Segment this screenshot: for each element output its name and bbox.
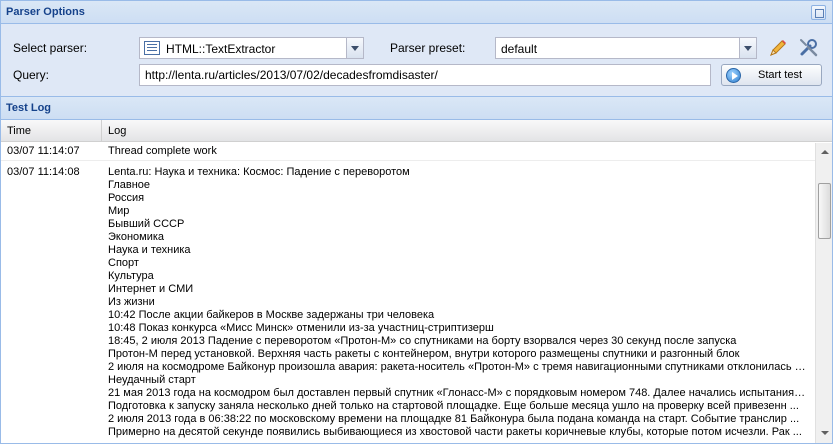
log-line: Неудачный старт xyxy=(108,374,196,386)
select-parser-combo[interactable]: HTML::TextExtractor xyxy=(139,37,364,59)
parser-options-header: Parser Options xyxy=(0,0,833,24)
grid-header: Time Log xyxy=(1,120,832,142)
column-log[interactable]: Log xyxy=(102,120,816,142)
log-line: Thread complete work xyxy=(108,145,217,157)
log-line: Мир xyxy=(108,205,130,217)
row-time: 03/07 11:14:08 xyxy=(7,166,80,178)
chevron-down-icon[interactable] xyxy=(346,38,363,58)
log-line: Главное xyxy=(108,179,151,191)
parser-options-title: Parser Options xyxy=(6,6,85,18)
query-input[interactable]: http://lenta.ru/articles/2013/07/02/deca… xyxy=(139,64,711,86)
scroll-down-icon[interactable] xyxy=(817,426,832,441)
log-line: 21 мая 2013 года на космодром был достав… xyxy=(108,387,808,399)
query-label: Query: xyxy=(13,68,50,82)
tools-icon[interactable] xyxy=(798,37,820,59)
log-line: Интернет и СМИ xyxy=(108,283,194,295)
log-line: Примерно на десятой секунде появились вы… xyxy=(108,426,802,438)
pencil-icon[interactable] xyxy=(767,37,789,59)
log-line: Бывший СССР xyxy=(108,218,185,230)
start-test-label: Start test xyxy=(758,69,803,81)
log-line: Lenta.ru: Наука и техника: Космос: Паден… xyxy=(108,166,410,178)
log-line: Экономика xyxy=(108,231,165,243)
parser-preset-value: default xyxy=(501,42,538,56)
play-icon xyxy=(726,68,741,83)
parser-preset-label: Parser preset: xyxy=(390,41,466,55)
parser-icon xyxy=(144,41,160,55)
scroll-up-icon[interactable] xyxy=(817,145,832,160)
chevron-down-icon[interactable] xyxy=(739,38,756,58)
test-log-header: Test Log xyxy=(0,96,833,120)
log-line: Подготовка к запуску заняла несколько дн… xyxy=(108,400,799,412)
log-line: Россия xyxy=(108,192,145,204)
scrollbar-thumb[interactable] xyxy=(818,183,831,239)
test-log-grid: Time Log 03/07 11:14:07 Thread complete … xyxy=(0,120,833,444)
log-line: Наука и техника xyxy=(108,244,191,256)
column-time[interactable]: Time xyxy=(1,120,102,142)
log-line: 2 июля на космодроме Байконур произошла … xyxy=(108,361,808,373)
collapse-icon[interactable] xyxy=(811,5,826,20)
log-line: Спорт xyxy=(108,257,139,269)
log-line: Протон-М перед установкой. Верхняя часть… xyxy=(108,348,740,360)
log-line: 2 июля 2013 года в 06:38:22 по московско… xyxy=(108,413,800,425)
vertical-scrollbar[interactable] xyxy=(815,143,832,443)
select-parser-label: Select parser: xyxy=(13,41,88,55)
log-line: Культура xyxy=(108,270,154,282)
row-time: 03/07 11:14:07 xyxy=(7,145,80,157)
start-test-button[interactable]: Start test xyxy=(721,64,822,86)
row-divider xyxy=(1,160,816,161)
query-value: http://lenta.ru/articles/2013/07/02/deca… xyxy=(145,68,438,82)
parser-preset-combo[interactable]: default xyxy=(495,37,757,59)
parser-options-body: Select parser: HTML::TextExtractor Parse… xyxy=(0,24,833,96)
log-line: 18:45, 2 июля 2013 Падение с переворотом… xyxy=(108,335,737,347)
test-log-title: Test Log xyxy=(6,102,52,114)
log-line: 10:42 После акции байкеров в Москве заде… xyxy=(108,309,435,321)
select-parser-value: HTML::TextExtractor xyxy=(166,42,276,56)
log-line: Из жизни xyxy=(108,296,155,308)
log-line: 10:48 Показ конкурса «Мисс Минск» отмени… xyxy=(108,322,494,334)
